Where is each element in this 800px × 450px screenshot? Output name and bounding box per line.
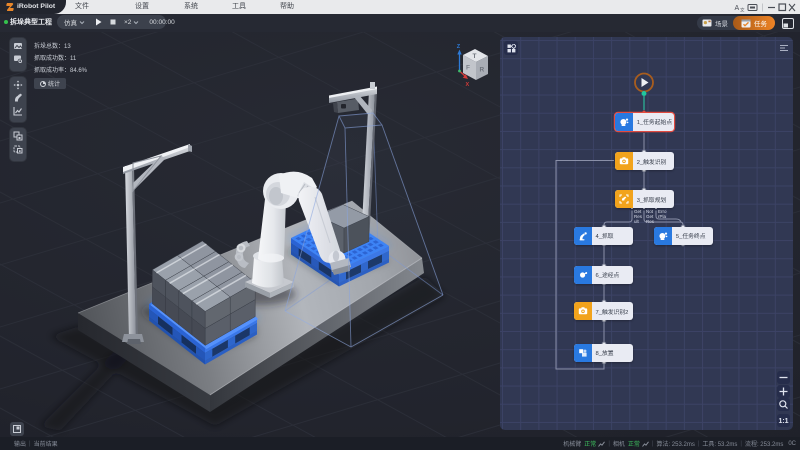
- svg-text:X: X: [466, 82, 470, 88]
- svg-text:Z: Z: [457, 44, 461, 50]
- svg-text:R: R: [480, 67, 485, 74]
- svg-text:F: F: [466, 65, 470, 72]
- svg-text:A: A: [735, 5, 740, 12]
- svg-text:文: 文: [740, 6, 745, 12]
- svg-text:1:1: 1:1: [778, 418, 788, 425]
- svg-text:T: T: [473, 53, 477, 60]
